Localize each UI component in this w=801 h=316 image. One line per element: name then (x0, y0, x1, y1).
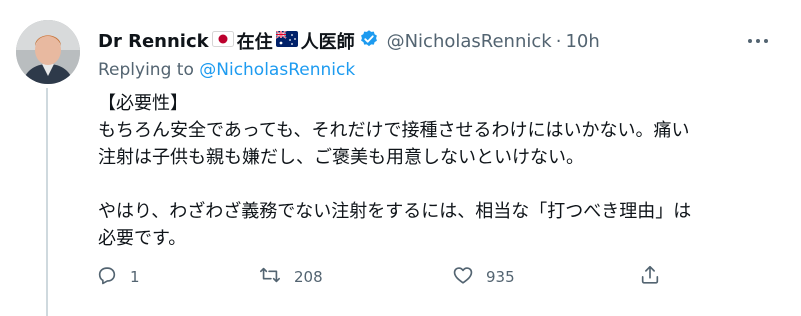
reply-count: 1 (130, 268, 140, 286)
retweet-button[interactable]: 208 (258, 262, 323, 292)
share-icon (639, 264, 661, 290)
heart-icon (452, 264, 474, 290)
author-handle[interactable]: @NicholasRennick (387, 31, 552, 52)
reply-icon (96, 264, 118, 290)
japan-flag-icon (211, 30, 234, 52)
author-location-1: 在住 (236, 32, 273, 53)
tweet-text-line: やはり、わざわざ義務でない注射をするには、相当な「打つべき理由」は (98, 201, 692, 222)
separator-dot: · (555, 30, 562, 52)
tweet-timestamp[interactable]: 10h (565, 31, 599, 52)
tweet-header: Dr Rennick 在住 人医師 @NicholasRennick · 10h (98, 28, 600, 54)
tweet-text-line: 注射は子供も親も嫌だし、ご褒美も用意しないといけない。 (98, 147, 584, 168)
reply-button[interactable]: 1 (96, 262, 140, 292)
tweet-text-line: もちろん安全であっても、それだけで接種させるわけにはいかない。痛い (98, 120, 690, 141)
verified-badge-icon (359, 29, 379, 54)
more-options-icon[interactable] (744, 30, 772, 52)
like-count: 935 (486, 268, 515, 286)
author-location-2: 人医師 (300, 32, 355, 53)
tweet-text-line: 必要です。 (98, 228, 187, 249)
tweet-text-line: 【必要性】 (98, 93, 188, 114)
tweet: Dr Rennick 在住 人医師 @NicholasRennick · 10h… (0, 0, 801, 316)
thread-line (46, 88, 48, 316)
tweet-text: 【必要性】 もちろん安全であっても、それだけで接種させるわけにはいかない。痛い … (98, 90, 778, 252)
avatar[interactable] (16, 20, 80, 84)
australia-flag-icon (275, 29, 298, 52)
share-button[interactable] (639, 262, 661, 292)
retweet-count: 208 (294, 268, 323, 286)
retweet-icon (258, 264, 282, 290)
replying-to-mention[interactable]: @NicholasRennick (199, 60, 355, 80)
replying-to: Replying to @NicholasRennick (98, 60, 355, 80)
replying-to-label: Replying to (98, 60, 194, 80)
like-button[interactable]: 935 (452, 262, 515, 292)
tweet-actions: 1 208 935 (96, 262, 676, 292)
author-name[interactable]: Dr Rennick (98, 31, 209, 52)
